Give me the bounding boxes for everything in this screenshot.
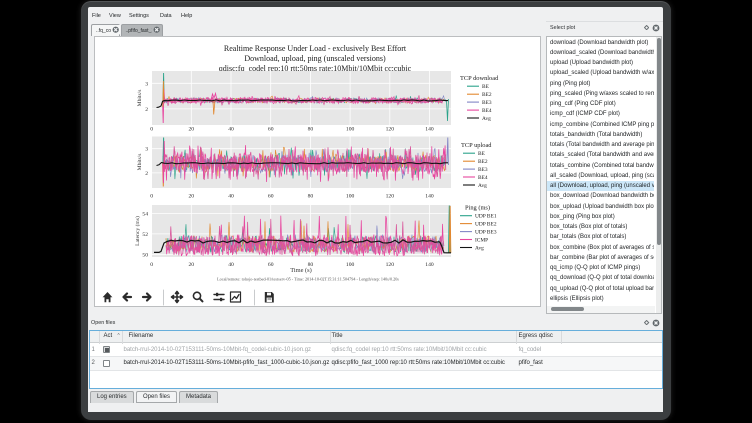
svg-text:0: 0 bbox=[150, 194, 153, 200]
svg-text:BE2: BE2 bbox=[482, 92, 492, 98]
svg-text:2: 2 bbox=[145, 107, 148, 113]
svg-text:Local/remote: tohojo-testbed-0: Local/remote: tohojo-testbed-01/testserv… bbox=[217, 277, 399, 282]
svg-text:UDP BE2: UDP BE2 bbox=[475, 222, 497, 228]
svg-text:Mbits/s: Mbits/s bbox=[137, 154, 143, 171]
svg-text:BE3: BE3 bbox=[482, 100, 492, 106]
svg-text:3: 3 bbox=[145, 147, 148, 153]
svg-text:Realtime Response Under Load -: Realtime Response Under Load - exclusive… bbox=[224, 44, 407, 53]
svg-text:Ping (ms): Ping (ms) bbox=[465, 205, 490, 212]
svg-text:60: 60 bbox=[268, 127, 274, 133]
svg-text:BE: BE bbox=[482, 84, 490, 90]
svg-text:Avg: Avg bbox=[478, 183, 487, 189]
svg-text:140: 140 bbox=[425, 127, 434, 133]
svg-text:Avg: Avg bbox=[482, 116, 491, 122]
svg-text:20: 20 bbox=[189, 194, 195, 200]
svg-text:20: 20 bbox=[189, 262, 195, 268]
svg-text:120: 120 bbox=[386, 194, 395, 200]
svg-text:Avg: Avg bbox=[475, 246, 484, 252]
svg-text:20: 20 bbox=[189, 127, 195, 133]
svg-text:Download, upload, ping (unscal: Download, upload, ping (unscaled version… bbox=[244, 54, 386, 63]
svg-text:40: 40 bbox=[228, 194, 234, 200]
svg-text:UDP BE1: UDP BE1 bbox=[475, 214, 497, 220]
svg-text:BE4: BE4 bbox=[482, 108, 492, 114]
svg-text:80: 80 bbox=[308, 127, 314, 133]
svg-text:0: 0 bbox=[150, 262, 153, 268]
svg-text:80: 80 bbox=[308, 194, 314, 200]
svg-text:3: 3 bbox=[145, 81, 148, 87]
svg-text:TCP download: TCP download bbox=[460, 75, 499, 82]
svg-text:140: 140 bbox=[425, 262, 434, 268]
svg-text:52: 52 bbox=[142, 232, 148, 238]
svg-text:120: 120 bbox=[386, 262, 395, 268]
svg-text:2: 2 bbox=[145, 171, 148, 177]
svg-text:50: 50 bbox=[142, 252, 148, 258]
svg-text:120: 120 bbox=[386, 127, 395, 133]
svg-text:40: 40 bbox=[228, 127, 234, 133]
svg-text:Time (s): Time (s) bbox=[290, 267, 312, 274]
svg-text:ICMP: ICMP bbox=[475, 238, 488, 244]
svg-text:140: 140 bbox=[425, 194, 434, 200]
svg-text:100: 100 bbox=[346, 194, 355, 200]
svg-text:100: 100 bbox=[346, 262, 355, 268]
svg-text:BE4: BE4 bbox=[478, 175, 488, 181]
svg-text:UDP BE3: UDP BE3 bbox=[475, 230, 497, 236]
svg-text:54: 54 bbox=[142, 211, 148, 217]
svg-text:TCP upload: TCP upload bbox=[461, 142, 492, 149]
svg-text:60: 60 bbox=[268, 262, 274, 268]
svg-text:40: 40 bbox=[228, 262, 234, 268]
svg-text:60: 60 bbox=[268, 194, 274, 200]
svg-text:100: 100 bbox=[346, 127, 355, 133]
svg-text:BE2: BE2 bbox=[478, 159, 488, 165]
svg-text:Latency (ms): Latency (ms) bbox=[134, 216, 141, 246]
svg-text:0: 0 bbox=[150, 127, 153, 133]
svg-text:BE: BE bbox=[478, 151, 486, 157]
svg-text:BE3: BE3 bbox=[478, 167, 488, 173]
svg-text:Mbits/s: Mbits/s bbox=[137, 90, 143, 107]
